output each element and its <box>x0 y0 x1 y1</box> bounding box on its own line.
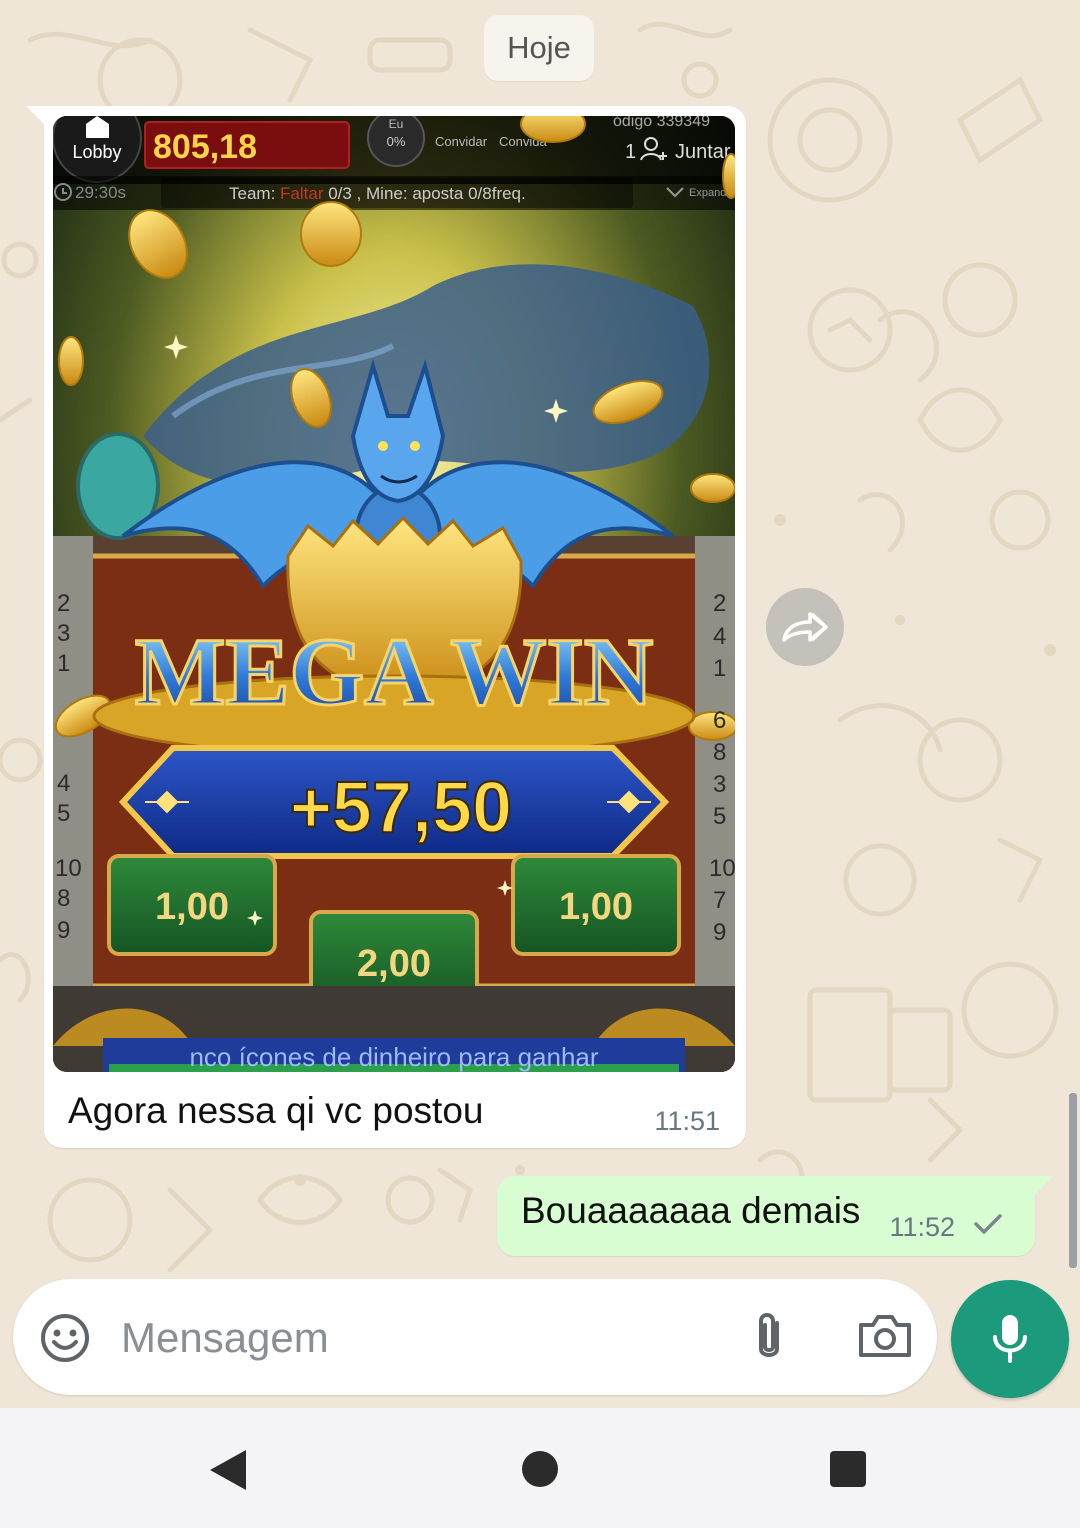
eu-percent: 0% <box>387 134 406 149</box>
paperclip-icon[interactable] <box>747 1309 791 1365</box>
back-icon[interactable] <box>206 1448 250 1492</box>
svg-text:3: 3 <box>713 771 726 798</box>
svg-text:3: 3 <box>57 620 70 647</box>
outgoing-timestamp: 11:52 <box>889 1212 955 1242</box>
message-composer <box>13 1279 937 1395</box>
svg-text:7: 7 <box>713 887 726 914</box>
win-amount: +57,50 <box>290 768 512 848</box>
balance-value: 805,18 <box>153 128 257 166</box>
join-button[interactable]: Juntar <box>675 141 731 163</box>
bubble-tail <box>26 106 46 126</box>
voice-message-button[interactable] <box>951 1280 1069 1398</box>
message-input[interactable] <box>119 1307 723 1369</box>
outgoing-message-bubble[interactable]: Bouaaaaaaa demais 11:52 <box>497 1176 1053 1256</box>
bubble-tail <box>1033 1176 1053 1196</box>
camera-icon[interactable] <box>857 1311 913 1361</box>
svg-text:8: 8 <box>713 739 726 766</box>
svg-text:10: 10 <box>709 855 735 882</box>
svg-text:4: 4 <box>713 623 726 650</box>
tile-value-right: 1,00 <box>559 886 633 928</box>
bonus-hint-text: nco ícones de dinheiro para ganhar <box>189 1042 598 1072</box>
svg-text:9: 9 <box>57 917 70 944</box>
date-separator: Hoje <box>484 15 594 81</box>
invite-button[interactable]: Convidar <box>435 134 488 149</box>
message-caption: Agora nessa qi vc postou <box>68 1090 484 1131</box>
mega-win-headline: MEGA WIN <box>135 618 653 725</box>
microphone-icon <box>993 1315 1027 1363</box>
svg-text:2: 2 <box>713 590 726 617</box>
forward-button[interactable] <box>766 588 844 666</box>
forward-icon <box>782 612 828 642</box>
svg-text:9: 9 <box>713 919 726 946</box>
join-count: 1 <box>625 141 636 163</box>
svg-text:4: 4 <box>57 770 70 797</box>
svg-text:10: 10 <box>55 855 82 882</box>
team-status: Team: Faltar 0/3 , Mine: aposta 0/8freq. <box>229 184 526 203</box>
round-timer: 29:30s <box>75 183 126 202</box>
svg-text:6: 6 <box>713 707 726 734</box>
single-check-icon <box>974 1214 1002 1234</box>
chat-scrollbar[interactable] <box>1069 1093 1077 1268</box>
eu-label: Eu <box>389 117 404 131</box>
svg-text:8: 8 <box>57 885 70 912</box>
svg-text:1: 1 <box>57 650 70 677</box>
lobby-button[interactable]: Lobby <box>72 142 121 162</box>
svg-text:1: 1 <box>713 655 726 682</box>
tile-value-left: 1,00 <box>155 886 229 928</box>
outgoing-message-text: Bouaaaaaaa demais <box>521 1190 861 1231</box>
shared-game-screenshot[interactable]: Lobby 805,18 Eu 0% Convidar Convida ódig… <box>53 116 735 1072</box>
svg-text:2: 2 <box>57 590 70 617</box>
room-code: ódigo 339349 <box>613 116 710 130</box>
svg-text:5: 5 <box>57 800 70 827</box>
expand-toggle[interactable]: Expand <box>689 187 726 199</box>
smiley-icon[interactable] <box>39 1312 91 1364</box>
system-navigation-bar <box>0 1408 1080 1528</box>
incoming-message-bubble[interactable]: Lobby 805,18 Eu 0% Convidar Convida ódig… <box>26 106 746 1148</box>
home-icon[interactable] <box>521 1450 559 1488</box>
message-timestamp: 11:51 <box>654 1106 720 1136</box>
tile-value-center: 2,00 <box>357 943 431 985</box>
svg-text:5: 5 <box>713 803 726 830</box>
recent-apps-icon[interactable] <box>829 1450 867 1488</box>
